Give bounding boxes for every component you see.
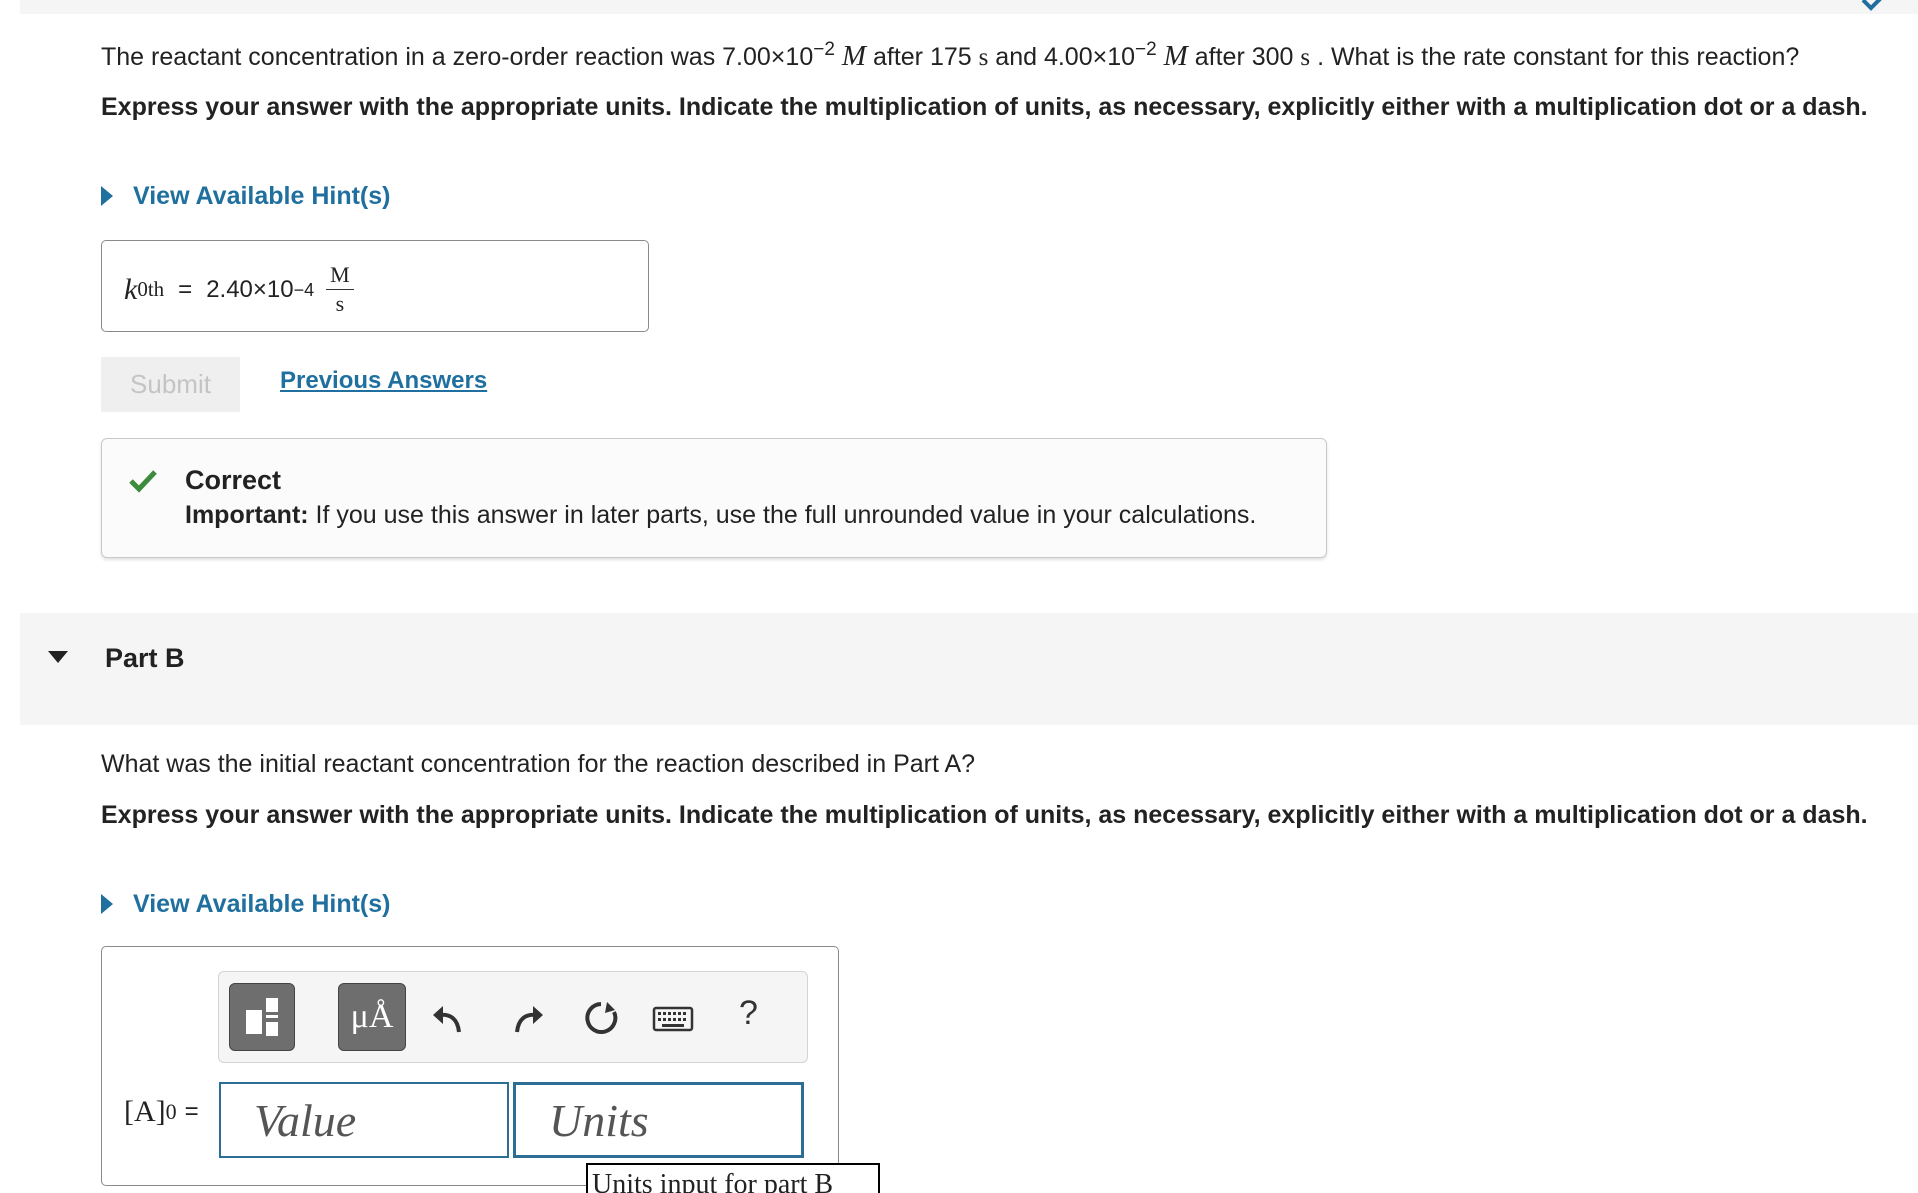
units-input[interactable]: [513, 1082, 804, 1158]
part-complete-check-icon: [1861, 0, 1882, 11]
redo-icon[interactable]: [507, 998, 547, 1038]
part-b-hint-toggle[interactable]: View Available Hint(s): [101, 890, 390, 919]
symbols-button[interactable]: μÅ: [338, 983, 406, 1051]
value-input[interactable]: [219, 1082, 509, 1158]
feedback-correct: Correct Important: If you use this answe…: [101, 438, 1327, 558]
part-b-question: What was the initial reactant concentrat…: [101, 750, 976, 778]
previous-answers-link[interactable]: Previous Answers: [280, 367, 487, 395]
keyboard-icon[interactable]: [651, 998, 695, 1038]
math-toolbar: μÅ ?: [218, 971, 808, 1063]
part-a-hint-toggle[interactable]: View Available Hint(s): [101, 182, 390, 211]
undo-icon[interactable]: [429, 998, 469, 1038]
answer-units: M s: [326, 263, 354, 316]
part-b-variable-label: [A] 0 =: [124, 1095, 199, 1128]
part-a-question: The reactant concentration in a zero-ord…: [101, 39, 1800, 72]
collapse-triangle-icon: [48, 651, 68, 663]
submit-button[interactable]: Submit: [101, 357, 240, 412]
templates-icon: [246, 998, 278, 1036]
part-a-answer-box: k 0th = 2.40×10 −4 M s: [101, 240, 649, 332]
part-b-answer-editor: μÅ ? [A] 0 =: [101, 946, 839, 1186]
part-b-title: Part B: [105, 643, 185, 673]
units-input-tooltip: Units input for part B: [586, 1163, 880, 1193]
expand-triangle-icon: [101, 185, 113, 206]
correct-check-icon: [129, 470, 157, 493]
part-b-instructions: Express your answer with the appropriate…: [101, 801, 1868, 829]
part-a-instructions: Express your answer with the appropriate…: [101, 93, 1868, 121]
help-button[interactable]: ?: [739, 994, 758, 1033]
previous-part-footer: [20, 0, 1918, 14]
templates-button[interactable]: [229, 983, 295, 1051]
part-b-header[interactable]: Part B: [20, 613, 1918, 725]
answer-value: 2.40×10: [206, 275, 294, 303]
expand-triangle-icon: [101, 893, 113, 914]
reset-icon[interactable]: [581, 998, 621, 1038]
